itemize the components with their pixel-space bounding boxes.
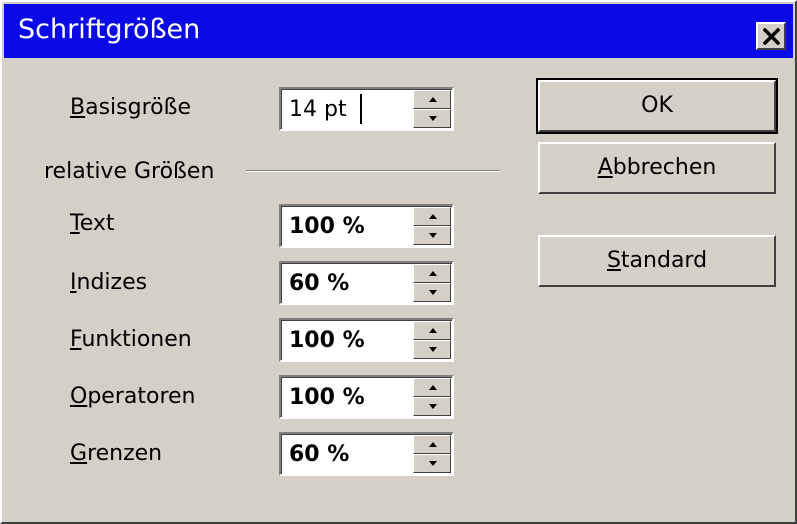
base-size-spinner[interactable]: 14 pt [279,87,454,131]
operators-size-down-button[interactable] [413,397,451,416]
text-caret [360,94,362,124]
arrow-up-icon [429,214,437,219]
arrow-down-icon [429,461,437,466]
font-size-dialog: Schriftgrößen Basisgröße 14 pt relative … [0,0,797,524]
base-size-value[interactable]: 14 pt [289,97,347,123]
text-size-value[interactable]: 100 % [289,214,365,240]
arrow-up-icon [429,328,437,333]
text-label: Text [70,211,115,236]
arrow-up-icon [429,271,437,276]
limits-label: Grenzen [70,441,163,466]
indexes-size-spinner[interactable]: 60 % [279,261,454,305]
indexes-size-value[interactable]: 60 % [289,271,349,297]
base-size-up-button[interactable] [413,90,451,109]
arrow-up-icon [429,442,437,447]
group-separator [246,170,500,172]
close-icon [763,28,780,45]
title-bar[interactable]: Schriftgrößen [4,4,793,58]
arrow-down-icon [429,347,437,352]
functions-size-up-button[interactable] [413,321,451,340]
arrow-down-icon [429,404,437,409]
limits-size-down-button[interactable] [413,454,451,473]
indexes-size-up-button[interactable] [413,264,451,283]
arrow-up-icon [429,97,437,102]
functions-label: Funktionen [70,327,192,352]
text-size-spinner[interactable]: 100 % [279,204,454,248]
arrow-down-icon [429,116,437,121]
ok-button[interactable]: OK [536,78,778,134]
operators-size-spinner[interactable]: 100 % [279,375,454,419]
close-button[interactable] [756,22,786,50]
limits-size-up-button[interactable] [413,435,451,454]
functions-size-spinner[interactable]: 100 % [279,318,454,362]
operators-size-up-button[interactable] [413,378,451,397]
limits-size-value[interactable]: 60 % [289,442,349,468]
functions-size-down-button[interactable] [413,340,451,359]
functions-size-value[interactable]: 100 % [289,328,365,354]
operators-size-value[interactable]: 100 % [289,385,365,411]
operators-label: Operatoren [70,384,196,409]
arrow-down-icon [429,233,437,238]
base-size-label: Basisgröße [70,95,191,120]
indexes-size-down-button[interactable] [413,283,451,302]
arrow-down-icon [429,290,437,295]
cancel-button[interactable]: Abbrechen [538,142,776,194]
indexes-label: Indizes [70,270,148,295]
text-size-up-button[interactable] [413,207,451,226]
dialog-title: Schriftgrößen [18,14,201,45]
base-size-down-button[interactable] [413,109,451,128]
limits-size-spinner[interactable]: 60 % [279,432,454,476]
default-button[interactable]: Standard [538,235,776,287]
relative-sizes-group-label: relative Größen [44,159,215,184]
text-size-down-button[interactable] [413,226,451,245]
arrow-up-icon [429,385,437,390]
